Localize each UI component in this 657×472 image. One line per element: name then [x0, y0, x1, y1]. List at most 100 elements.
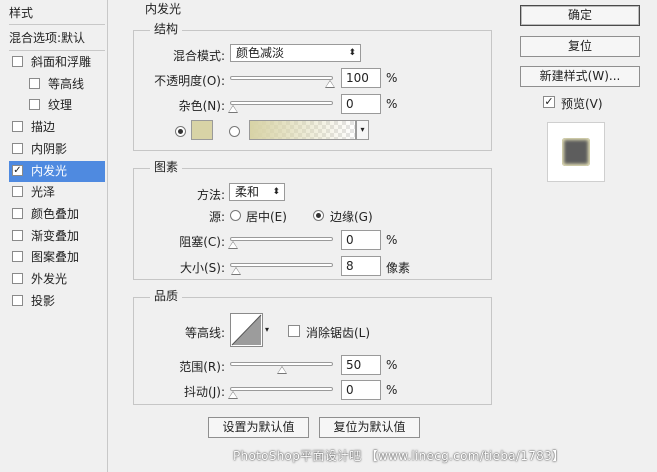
choke-input[interactable]: 0: [341, 230, 381, 250]
glow-color-swatch[interactable]: [191, 120, 213, 140]
blend-mode-value: 颜色减淡: [236, 46, 285, 60]
range-input[interactable]: 50: [341, 355, 381, 375]
size-slider[interactable]: [230, 263, 333, 267]
source-edge-label[interactable]: 边缘(G): [330, 208, 373, 225]
sidebar-item-color-overlay[interactable]: 颜色叠加: [9, 204, 105, 225]
gradient-preview[interactable]: [249, 120, 356, 140]
styles-header[interactable]: 样式: [9, 3, 105, 24]
source-label: 源:: [208, 210, 225, 224]
sidebar-item-gradient-overlay[interactable]: 渐变叠加: [9, 226, 105, 247]
source-edge-radio[interactable]: [313, 210, 324, 221]
sidebar-checkbox[interactable]: [29, 99, 40, 111]
opacity-slider[interactable]: [230, 76, 333, 80]
blending-options-item[interactable]: 混合选项:默认: [9, 28, 105, 49]
size-input[interactable]: 8: [341, 256, 381, 276]
gradient-dropdown-icon[interactable]: ▾: [356, 120, 369, 140]
contour-picker[interactable]: [230, 313, 263, 347]
sidebar-checkbox[interactable]: [12, 186, 23, 198]
sidebar-checkbox[interactable]: [12, 142, 23, 154]
sidebar-checkbox[interactable]: [12, 207, 23, 219]
opacity-label: 不透明度(O):: [154, 74, 225, 88]
preview-label[interactable]: 预览(V): [561, 95, 603, 112]
source-center-radio[interactable]: [230, 210, 241, 221]
sidebar-checkbox[interactable]: ✓: [12, 164, 23, 176]
make-default-button[interactable]: 设置为默认值: [208, 417, 309, 438]
choke-slider[interactable]: [230, 237, 333, 241]
sidebar-item-outer-glow[interactable]: 外发光: [9, 269, 105, 290]
sidebar-item-label: 颜色叠加: [31, 206, 80, 221]
choke-slider-thumb[interactable]: [228, 241, 238, 249]
method-select[interactable]: 柔和 ⬍: [229, 183, 285, 201]
contour-label: 等高线:: [184, 326, 225, 340]
jitter-input[interactable]: 0: [341, 380, 381, 400]
size-slider-thumb[interactable]: [230, 267, 241, 275]
new-style-button[interactable]: 新建样式(W)...: [520, 66, 640, 87]
noise-input[interactable]: 0: [341, 94, 381, 114]
sidebar-item-label: 光泽: [31, 185, 56, 200]
select-arrows-icon: ⬍: [272, 187, 280, 197]
sidebar-checkbox[interactable]: [12, 121, 23, 133]
divider: [9, 50, 105, 51]
blend-mode-select[interactable]: 颜色减淡 ⬍: [230, 44, 361, 62]
sidebar-checkbox[interactable]: [12, 229, 23, 241]
range-label: 范围(R):: [179, 360, 225, 374]
sidebar-item-label: 外发光: [31, 272, 68, 286]
sidebar-item-label: 渐变叠加: [31, 228, 80, 243]
sidebar-checkbox[interactable]: [12, 251, 23, 263]
sidebar-item-contour[interactable]: 等高线: [26, 74, 105, 95]
sidebar-item-label: 投影: [31, 293, 56, 308]
size-unit: 像素: [386, 261, 411, 275]
jitter-label: 抖动(J):: [184, 385, 225, 399]
ok-button[interactable]: 确定: [520, 5, 640, 26]
sidebar-checkbox[interactable]: [29, 77, 40, 89]
method-value: 柔和: [235, 185, 260, 199]
sidebar-item-inner-glow[interactable]: ✓ 内发光: [9, 160, 105, 182]
sidebar-checkbox[interactable]: [12, 294, 23, 306]
sidebar-item-label: 内发光: [31, 163, 68, 178]
gradient-radio[interactable]: [229, 126, 240, 137]
contour-linear-icon: [231, 314, 262, 346]
reset-to-default-button[interactable]: 复位为默认值: [319, 417, 420, 438]
structure-legend: 结构: [150, 20, 183, 37]
range-unit: %: [386, 358, 398, 372]
preview-checkbox[interactable]: ✓: [543, 96, 555, 108]
range-slider-thumb[interactable]: [276, 366, 287, 374]
jitter-unit: %: [386, 383, 398, 397]
select-arrows-icon: ⬍: [348, 48, 356, 58]
sidebar-item-pattern-overlay[interactable]: 图案叠加: [9, 247, 105, 268]
noise-label: 杂色(N):: [178, 99, 225, 113]
sidebar-item-bevel-emboss[interactable]: 斜面和浮雕: [9, 52, 105, 73]
sidebar-item-texture[interactable]: 纹理: [26, 95, 105, 116]
preview-shape: [562, 138, 590, 166]
jitter-slider-thumb[interactable]: [228, 391, 238, 399]
sidebar-item-drop-shadow[interactable]: 投影: [9, 291, 105, 312]
opacity-input[interactable]: 100: [341, 68, 381, 88]
choke-unit: %: [386, 233, 398, 247]
styles-sidebar: 样式 混合选项:默认 斜面和浮雕等高线纹理 描边 内阴影 ✓ 内发光光泽颜色叠加渐变叠加…: [0, 0, 108, 472]
watermark: PhotoShop平面设计吧 【www.linecg.com/tieba/178…: [233, 449, 565, 463]
check-icon: ✓: [13, 164, 22, 176]
style-preview-thumbnail: [547, 122, 605, 182]
sidebar-checkbox[interactable]: [12, 273, 23, 284]
sidebar-item-label: 等高线: [48, 76, 85, 91]
sidebar-checkbox[interactable]: [12, 56, 23, 67]
noise-slider[interactable]: [230, 101, 333, 105]
choke-label: 阻塞(C):: [179, 235, 225, 249]
antialias-checkbox[interactable]: [288, 325, 300, 337]
panel-title: 内发光: [145, 0, 182, 17]
jitter-slider[interactable]: [230, 387, 333, 391]
antialias-label[interactable]: 消除锯齿(L): [306, 324, 370, 341]
opacity-slider-thumb[interactable]: [325, 80, 335, 88]
size-label: 大小(S):: [179, 261, 225, 275]
sidebar-item-satin[interactable]: 光泽: [9, 182, 105, 203]
source-center-label[interactable]: 居中(E): [246, 208, 287, 225]
sidebar-item-inner-shadow[interactable]: 内阴影: [9, 139, 105, 160]
solid-color-radio[interactable]: [175, 126, 186, 137]
divider: [9, 24, 105, 25]
quality-legend: 品质: [150, 287, 183, 304]
opacity-unit: %: [386, 71, 398, 85]
noise-slider-thumb[interactable]: [228, 105, 238, 113]
sidebar-item-stroke[interactable]: 描边: [9, 117, 105, 138]
reset-button[interactable]: 复位: [520, 36, 640, 57]
contour-dropdown-icon[interactable]: ▾: [263, 313, 271, 347]
